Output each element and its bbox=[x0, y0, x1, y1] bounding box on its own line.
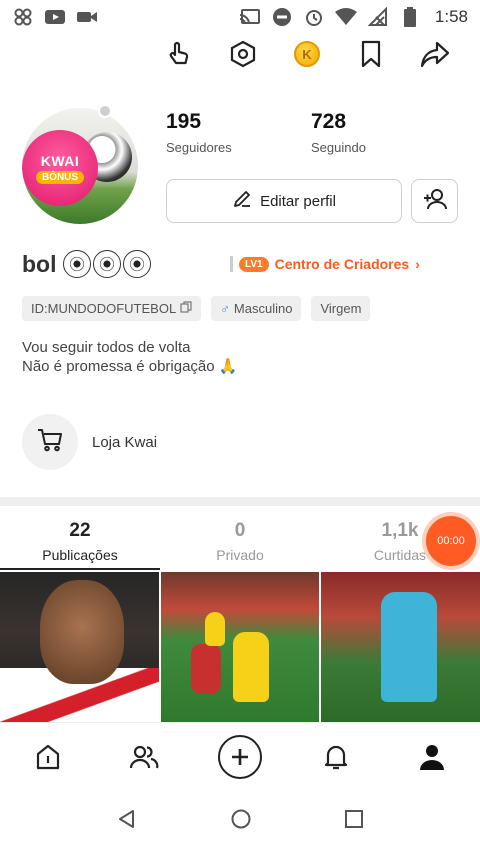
section-divider bbox=[0, 497, 480, 506]
following-label: Seguindo bbox=[311, 140, 366, 155]
following-stat[interactable]: 728 Seguindo bbox=[311, 110, 366, 155]
android-navigation bbox=[0, 790, 480, 852]
zodiac-tag: Virgem bbox=[311, 296, 371, 321]
friends-icon[interactable] bbox=[120, 733, 168, 781]
user-id-text: ID:MUNDODOFUTEBOL bbox=[31, 301, 177, 316]
tab-count: 0 bbox=[234, 520, 246, 541]
cast-icon bbox=[239, 8, 261, 26]
content-tabs: 22 Publicações 0 Privado 1,1k Curtidas bbox=[0, 514, 480, 570]
edit-profile-label: Editar perfil bbox=[260, 192, 336, 210]
shop-button[interactable] bbox=[22, 414, 78, 470]
followers-label: Seguidores bbox=[166, 140, 232, 155]
video-grid bbox=[0, 572, 480, 722]
creator-center-link[interactable]: LV1 Centro de Criadores › bbox=[230, 256, 420, 272]
hand-icon[interactable] bbox=[164, 39, 194, 69]
tab-label: Curtidas bbox=[373, 547, 427, 563]
video-thumbnail[interactable] bbox=[0, 572, 159, 722]
chevron-right-icon: › bbox=[415, 256, 420, 272]
plus-icon bbox=[218, 734, 262, 779]
add-friend-button[interactable] bbox=[411, 179, 458, 223]
pinwheel-icon bbox=[12, 8, 34, 26]
tab-private[interactable]: 0 Privado bbox=[160, 514, 320, 570]
followers-stat[interactable]: 195 Seguidores bbox=[166, 110, 232, 155]
thumbnail-player bbox=[40, 580, 124, 684]
home-circle-icon[interactable] bbox=[230, 808, 252, 835]
status-right: 1:58 bbox=[239, 7, 468, 27]
cart-icon bbox=[37, 428, 63, 457]
record-button[interactable]: 00:00 bbox=[426, 516, 476, 566]
gender-tag: ♂ Masculino bbox=[211, 296, 302, 321]
profile-tags: ID:MUNDODOFUTEBOL ♂ Masculino Virgem bbox=[22, 296, 371, 321]
thumbnail-opponent bbox=[190, 644, 221, 694]
tab-label: Privado bbox=[216, 547, 264, 563]
level-badge: LV1 bbox=[239, 256, 269, 272]
user-id-tag[interactable]: ID:MUNDODOFUTEBOL bbox=[22, 296, 202, 321]
bio-line: Vou seguir todos de volta bbox=[22, 339, 191, 356]
coin-icon: K bbox=[294, 41, 320, 67]
football-icon bbox=[92, 250, 121, 278]
profile-name-row: bol bbox=[22, 250, 151, 278]
football-icon bbox=[62, 250, 91, 278]
tab-count: 1,1k bbox=[381, 520, 419, 541]
thumbnail-player bbox=[204, 612, 225, 646]
bio-line: Não é promessa é obrigação 🙏 bbox=[22, 358, 238, 375]
profile-bio: Vou seguir todos de volta Não é promessa… bbox=[22, 338, 237, 376]
creator-center-label: Centro de Criadores bbox=[274, 256, 410, 272]
tab-label: Publicações bbox=[42, 547, 118, 563]
thumbnail-goalkeeper bbox=[381, 592, 438, 702]
create-button[interactable] bbox=[216, 733, 264, 781]
alarm-icon bbox=[303, 8, 325, 26]
bookmark-icon[interactable] bbox=[356, 39, 386, 69]
no-signal-icon bbox=[367, 7, 389, 26]
wifi-icon bbox=[334, 8, 357, 26]
football-icon bbox=[122, 250, 151, 278]
badge-text-bonus: BÔNUS bbox=[35, 170, 85, 184]
back-icon[interactable] bbox=[116, 808, 138, 835]
avatar-status-dot bbox=[98, 104, 112, 118]
bell-icon[interactable] bbox=[312, 733, 360, 781]
bottom-navigation bbox=[0, 722, 480, 790]
active-tab-indicator bbox=[0, 568, 160, 570]
clock: 1:58 bbox=[434, 7, 468, 26]
dnd-icon bbox=[271, 8, 293, 26]
thumbnail-player bbox=[232, 632, 269, 702]
kwai-bonus-badge: KWAI BÔNUS bbox=[22, 130, 98, 206]
shop-label[interactable]: Loja Kwai bbox=[92, 434, 157, 451]
creator-divider bbox=[230, 256, 233, 272]
following-count: 728 bbox=[311, 110, 347, 133]
home-icon[interactable] bbox=[24, 733, 72, 781]
video-thumbnail[interactable] bbox=[160, 572, 320, 722]
share-icon[interactable] bbox=[420, 39, 450, 69]
followers-count: 195 bbox=[166, 110, 202, 133]
add-user-icon bbox=[422, 187, 448, 216]
coin-button[interactable]: K bbox=[292, 39, 322, 69]
male-icon: ♂ bbox=[220, 301, 230, 316]
football-emojis bbox=[62, 250, 151, 278]
settings-hex-icon[interactable] bbox=[228, 39, 258, 69]
video-icon bbox=[76, 8, 98, 26]
pencil-icon bbox=[232, 189, 252, 213]
copy-icon bbox=[180, 301, 192, 316]
profile-name: bol bbox=[22, 250, 57, 277]
tab-count: 22 bbox=[69, 520, 91, 541]
youtube-icon bbox=[44, 8, 66, 26]
zodiac-text: Virgem bbox=[320, 301, 362, 316]
badge-text-kwai: KWAI bbox=[40, 152, 80, 169]
status-bar: 1:58 bbox=[0, 0, 480, 34]
record-timer: 00:00 bbox=[437, 535, 465, 547]
video-thumbnail[interactable] bbox=[321, 572, 480, 722]
edit-profile-button[interactable]: Editar perfil bbox=[166, 179, 402, 223]
recents-icon[interactable] bbox=[344, 809, 364, 834]
battery-icon bbox=[399, 7, 421, 27]
tab-posts[interactable]: 22 Publicações bbox=[0, 514, 160, 570]
profile-toolbar: K bbox=[164, 36, 450, 72]
status-left bbox=[12, 8, 98, 26]
gender-text: Masculino bbox=[233, 301, 293, 316]
avatar[interactable]: KWAI BÔNUS bbox=[22, 108, 138, 224]
profile-icon[interactable] bbox=[408, 733, 456, 781]
